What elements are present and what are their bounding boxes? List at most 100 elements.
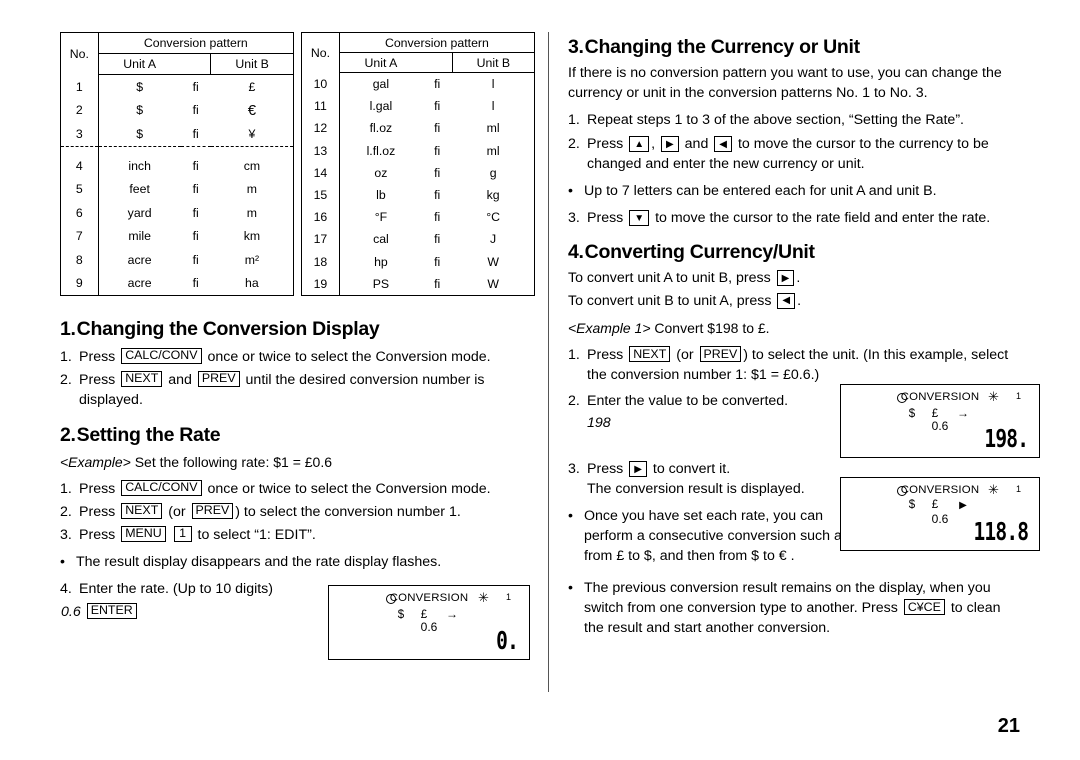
row-unit-a: fl.oz [369,121,393,136]
row-unit-b: ml [486,143,500,158]
section-2-bullet-1: • The result display disappears and the … [60,552,535,572]
lcd-title: CONVERSION [841,484,1039,496]
row-arrow: fi [434,99,441,114]
header-conversion-pattern: Conversion pattern [339,32,535,53]
key-enter[interactable]: ENTER [86,602,137,619]
row-unit-a: °F [374,210,388,225]
step-text-post: to convert it. [652,461,731,477]
row-unit-a: gal [372,77,390,92]
step-text-mid: (or [168,503,186,520]
key-calc-conv[interactable]: CALC/CONV [121,347,202,364]
section-1-heading: 1.Changing the Conversion Display [60,318,535,341]
step-marker: 3. [568,461,580,477]
lcd-result-value: 0. [496,626,519,655]
section-2-step-3: 3. Press MENU 1 to select “1: EDIT”. [60,525,535,545]
step-body: Press CALC/CONV once or twice to select … [79,479,535,499]
bullet-marker: • [568,508,573,524]
header-unit-b: Unit B [451,52,535,73]
lcd-direction-arrow-icon: → [957,406,969,420]
row-arrow: fi [434,121,441,136]
key-right-arrow-icon[interactable]: ▶ [661,136,679,152]
line-text-pre: To convert unit A to unit B, press [568,270,771,286]
bullet-marker: • [568,183,573,199]
row-no: 18 [301,250,340,273]
page-number: 21 [997,715,1020,737]
row-arrow: fi [192,252,199,267]
row-no: 9 [60,271,99,296]
table-row: 17 cal fi J [301,228,535,251]
row-unit-a: $ [136,103,144,118]
step-body: Press ▲, ▶ and ◀ to move the cursor to t… [587,136,989,172]
key-left-arrow-icon[interactable]: ◀ [714,136,732,152]
row-unit-b: l [491,77,495,92]
row-unit-b: ¥ [210,122,294,147]
section-2-title: Setting the Rate [76,423,221,446]
row-no: 10 [301,72,340,96]
key-right-arrow-icon[interactable]: ▶ [629,461,647,477]
key-next[interactable]: NEXT [121,502,163,519]
step-text-post: once or twice to select the Conversion m… [207,348,491,365]
row-arrow: fi [192,276,199,291]
section-4-bullet-1: • Once you have set each rate, you can p… [568,506,858,566]
key-prev[interactable]: PREV [197,370,240,387]
table-row: 11 l.gal fi l [301,95,535,118]
lcd-result-value: 118.8 [973,517,1029,546]
table-row: 9 acre fi ha [60,271,294,296]
lcd-mode-indicator: CONVERSION [897,391,980,403]
header-no: No. [60,32,99,75]
table-row: 5 feet fi m [60,177,294,201]
key-calc-conv[interactable]: CALC/CONV [121,479,202,496]
key-left-arrow-icon[interactable]: ◀ [777,292,796,309]
key-prev[interactable]: PREV [191,502,234,519]
table-row: 10 gal fi l [301,72,535,96]
row-unit-a: acre [127,276,152,291]
row-no: 2 [60,98,99,123]
step-text-mid: and [684,136,709,152]
lcd-display-rate: CONVERSION ✳ 1 $ £ → 0.6 0. [328,585,530,660]
asterisk-icon: ✳ [478,590,489,605]
row-no: 14 [301,161,340,184]
key-down-arrow-icon[interactable]: ▼ [629,210,650,226]
lcd-display-entered-value: CONVERSION ✳ 1 $ £ → 0.6 198. [840,384,1040,458]
row-unit-a: cal [373,232,389,247]
key-next[interactable]: NEXT [629,346,671,362]
row-no: 15 [301,183,340,207]
key-right-arrow-icon[interactable]: ▶ [776,270,795,286]
step-marker: 3. [60,526,72,543]
key-up-arrow-icon[interactable]: ▲ [629,136,650,152]
key-next[interactable]: NEXT [121,370,163,387]
step-marker: 1. [568,347,580,363]
step-text-post: ) to select the conversion number 1. [235,503,461,520]
row-unit-b: kg [486,188,500,203]
header-unit-a: Unit A [339,52,423,73]
key-1[interactable]: 1 [173,525,192,542]
row-no: 19 [301,272,340,296]
example-text: Convert $198 to £. [654,320,770,336]
step-text-pre: Press [79,348,116,365]
section-3-title: Changing the Currency or Unit [584,36,860,58]
circle-icon [897,392,908,403]
step-body: Press CALC/CONV once or twice to select … [79,347,535,367]
lcd-units-row: $ £ → [841,406,1039,420]
row-unit-b: W [487,254,499,269]
section-3-number: 3. [568,36,584,58]
section-2-step-1: 1. Press CALC/CONV once or twice to sele… [60,479,535,499]
step-body: Press MENU 1 to select “1: EDIT”. [79,525,535,545]
step-text-post: once or twice to select the Conversion m… [207,480,491,497]
row-unit-b: £ [248,80,256,95]
key-menu[interactable]: MENU [121,525,166,542]
section-4-line-1: To convert unit A to unit B, press ▶. [568,269,1020,289]
step-marker: 2. [60,371,72,388]
section-4-step-1: 1. Press NEXT (or PREV) to select the un… [568,345,1020,385]
step-marker: 3. [568,210,580,226]
row-unit-b: cm [243,158,261,173]
header-no: No. [301,32,340,73]
row-unit-b: g [489,165,497,180]
bullet-text: Once you have set each rate, you can per… [584,508,849,564]
row-no: 16 [301,206,340,229]
key-prev[interactable]: PREV [699,346,742,362]
key-c-ce[interactable]: C¥CE [903,599,945,615]
step-body: Press NEXT and PREV until the desired co… [79,370,535,410]
section-3-intro: If there is no conversion pattern you wa… [568,65,1002,101]
table-row: 12 fl.oz fi ml [301,117,535,140]
